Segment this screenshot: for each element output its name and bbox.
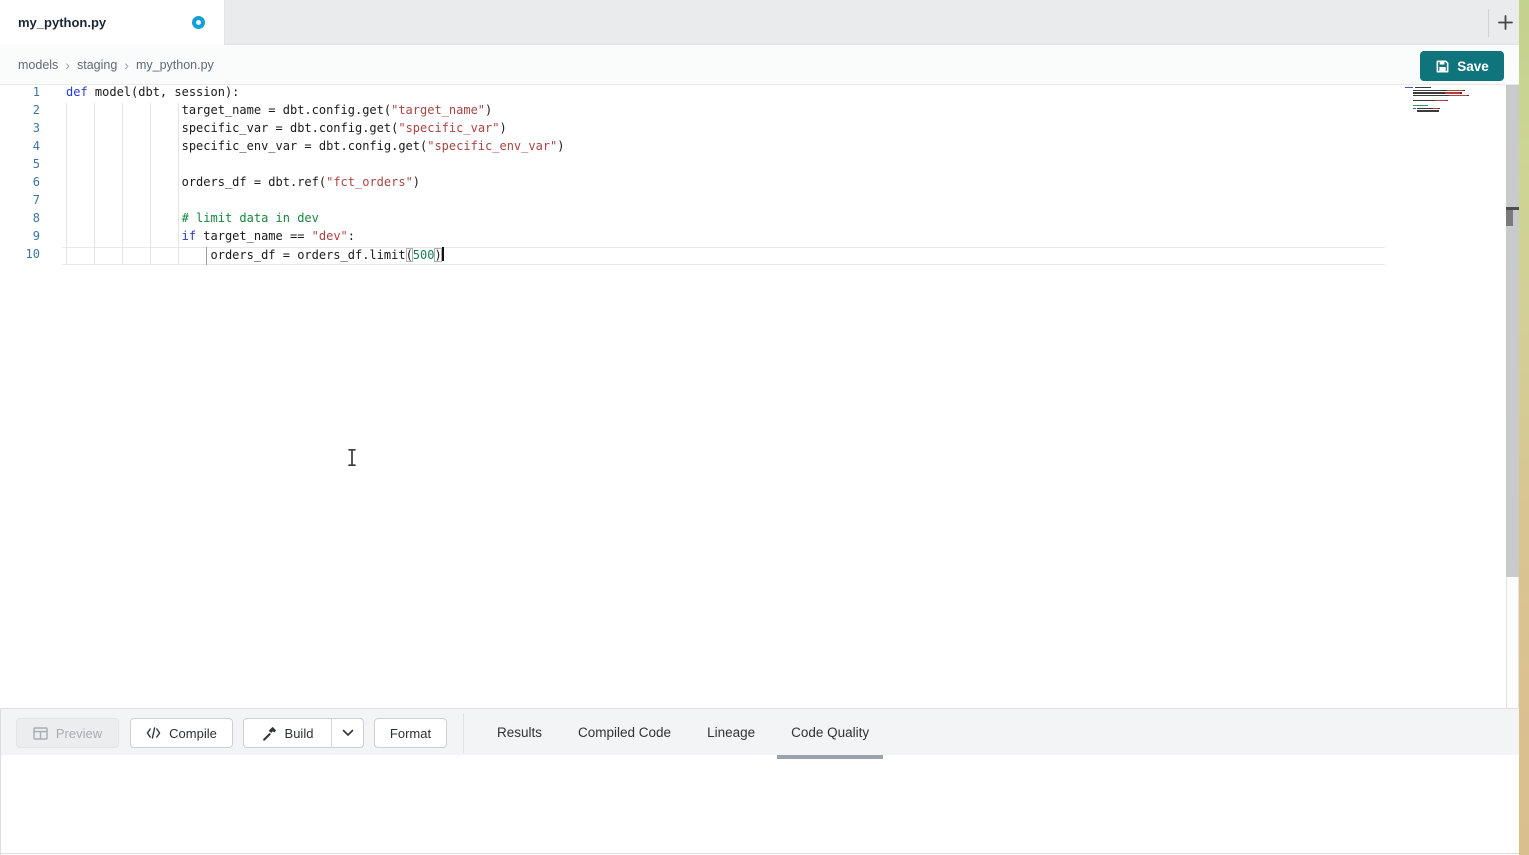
preview-button-label: Preview xyxy=(56,726,102,741)
chevron-down-icon xyxy=(342,729,354,737)
code-token-tx: specific_env_var = dbt.config.get( xyxy=(66,139,427,153)
tab-bar-separator xyxy=(1488,9,1489,37)
code-line: # limit data in dev xyxy=(66,211,565,229)
panel-tab-results[interactable]: Results xyxy=(479,709,560,756)
file-tab-my-python[interactable]: my_python.py xyxy=(0,0,225,45)
panel-tab-code-quality[interactable]: Code Quality xyxy=(773,709,887,756)
code-token-brk: ( xyxy=(406,248,413,262)
code-line: specific_var = dbt.config.get("specific_… xyxy=(66,121,565,139)
line-number: 5 xyxy=(0,157,40,175)
code-editor[interactable]: 12345678910 def model(dbt, session): tar… xyxy=(0,85,1506,708)
line-number: 2 xyxy=(0,103,40,121)
code-token-tx xyxy=(66,211,182,225)
code-line xyxy=(66,157,565,175)
minimap[interactable] xyxy=(1405,87,1495,117)
code-token-tx xyxy=(66,229,182,243)
code-token-tx: target_name == xyxy=(196,229,312,243)
code-token-num: 500 xyxy=(413,248,435,262)
code-token-brk: ) xyxy=(434,248,441,262)
code-line: specific_env_var = dbt.config.get("speci… xyxy=(66,139,565,157)
result-tabs: ResultsCompiled CodeLineageCode Quality xyxy=(479,709,887,756)
code-lines: def model(dbt, session): target_name = d… xyxy=(66,85,565,265)
editor-scrollbar-track[interactable] xyxy=(1506,85,1519,577)
new-tab-button[interactable] xyxy=(1494,11,1516,33)
desktop-background-strip xyxy=(1519,0,1529,855)
compile-button[interactable]: Compile xyxy=(130,718,233,748)
breadcrumb-item: my_python.py xyxy=(136,58,214,72)
breadcrumb-separator-icon: › xyxy=(124,58,129,72)
code-line: if target_name == "dev": xyxy=(66,229,565,247)
editor-tab-bar: my_python.py xyxy=(0,0,1529,45)
code-token-kw: if xyxy=(182,229,196,243)
text-cursor-icon xyxy=(346,448,358,467)
code-token-tx: ) xyxy=(485,103,492,117)
floppy-disk-icon xyxy=(1435,59,1450,74)
bottom-panel: Preview Compile Build Format ResultsComp… xyxy=(0,708,1529,855)
build-options-button[interactable] xyxy=(331,719,363,747)
build-split-button: Build xyxy=(243,718,364,748)
code-token-tx: model(dbt, session): xyxy=(88,85,240,99)
code-token-tx: : xyxy=(348,229,355,243)
code-token-str: "target_name" xyxy=(391,103,485,117)
ide-window: my_python.py models › staging › my_python.py… xyxy=(0,0,1529,855)
code-token-com: # limit data in dev xyxy=(182,211,319,225)
text-caret xyxy=(442,247,444,261)
line-number: 1 xyxy=(0,85,40,103)
format-button[interactable]: Format xyxy=(374,718,447,748)
code-token-tx: ) xyxy=(413,175,420,189)
editor-scrollbar-thumb[interactable] xyxy=(1506,210,1513,226)
code-token-tx: orders_df = orders_df.limit xyxy=(66,248,406,262)
code-token-str: "specific_env_var" xyxy=(427,139,557,153)
line-number: 8 xyxy=(0,211,40,229)
breadcrumb-item: models xyxy=(18,58,58,72)
code-line: def model(dbt, session): xyxy=(66,85,565,103)
editor-scrollbar-lower xyxy=(1506,577,1519,708)
breadcrumb-bar: models › staging › my_python.py xyxy=(0,45,1529,85)
preview-button[interactable]: Preview xyxy=(16,718,119,748)
code-token-tx: target_name = dbt.config.get( xyxy=(66,103,391,117)
code-token-str: "fct_orders" xyxy=(326,175,413,189)
line-number: 9 xyxy=(0,229,40,247)
code-token-tx: ) xyxy=(557,139,564,153)
window-bottom-edge xyxy=(0,853,1519,854)
invocation-toolbar: Preview Compile Build Format ResultsComp… xyxy=(1,708,1529,755)
compile-button-label: Compile xyxy=(169,726,217,741)
hammer-icon xyxy=(262,726,277,741)
code-line: orders_df = dbt.ref("fct_orders") xyxy=(66,175,565,193)
code-line xyxy=(66,193,565,211)
save-button-label: Save xyxy=(1457,59,1489,74)
code-token-tx: specific_var = dbt.config.get( xyxy=(66,121,398,135)
file-tab-title: my_python.py xyxy=(18,15,106,30)
save-button[interactable]: Save xyxy=(1420,51,1504,81)
breadcrumb-item: staging xyxy=(77,58,117,72)
code-line: target_name = dbt.config.get("target_nam… xyxy=(66,103,565,121)
format-button-label: Format xyxy=(390,726,431,741)
code-token-str: "dev" xyxy=(312,229,348,243)
panel-tab-lineage[interactable]: Lineage xyxy=(689,709,773,756)
code-icon xyxy=(146,727,161,739)
code-token-tx: orders_df = dbt.ref( xyxy=(66,175,326,189)
line-number: 3 xyxy=(0,121,40,139)
code-token-tx: ) xyxy=(500,121,507,135)
line-number: 6 xyxy=(0,175,40,193)
code-token-str: "specific_var" xyxy=(398,121,499,135)
build-button[interactable]: Build xyxy=(244,719,331,747)
build-button-label: Build xyxy=(285,726,314,741)
plus-icon xyxy=(1497,14,1514,31)
line-number: 4 xyxy=(0,139,40,157)
panel-tab-compiled-code[interactable]: Compiled Code xyxy=(560,709,689,756)
breadcrumb-separator-icon: › xyxy=(65,58,70,72)
unsaved-changes-dot-icon xyxy=(192,16,205,29)
line-number-gutter: 12345678910 xyxy=(0,85,40,265)
breadcrumb: models › staging › my_python.py xyxy=(18,58,214,72)
line-number: 7 xyxy=(0,193,40,211)
code-token-kw: def xyxy=(66,85,88,99)
line-number: 10 xyxy=(0,247,40,265)
table-icon xyxy=(33,727,48,740)
toolbar-divider xyxy=(463,713,464,753)
code-line: orders_df = orders_df.limit(500) xyxy=(66,247,565,265)
